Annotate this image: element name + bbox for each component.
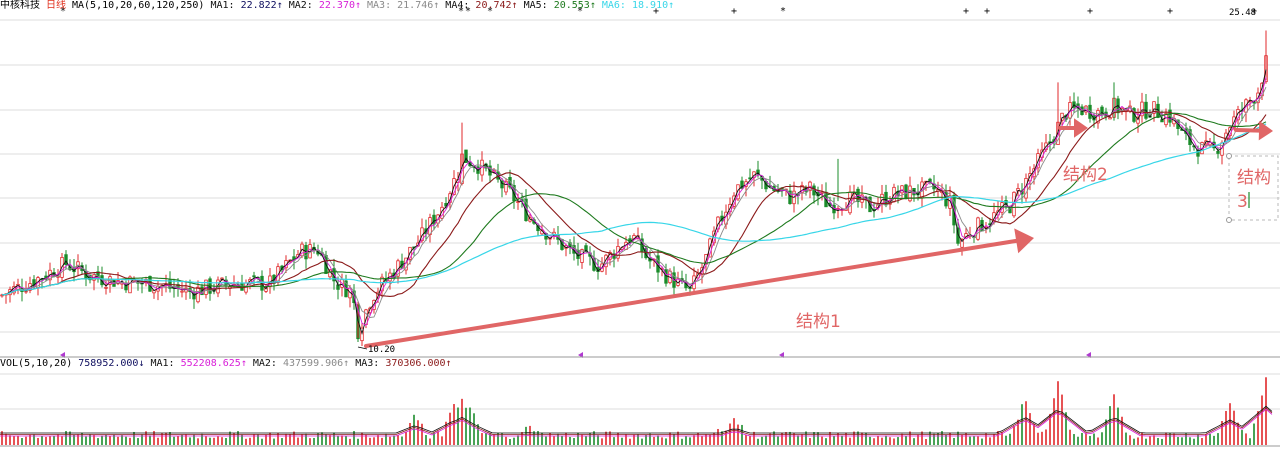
kline-chart[interactable]: * * * * * *+ + + + + + + 10.20 25.48 结构1 结构2 结构 3 (0, 0, 1280, 450)
box-corner-dot (1226, 153, 1232, 159)
candle-body (252, 275, 256, 278)
plus-marker: + (1087, 6, 1093, 17)
vol-ma2-readout: MA2: 437599.906↑ (252, 358, 350, 369)
candle-body (196, 286, 200, 303)
structure3-label-line1: 结构 (1237, 168, 1271, 188)
candle-body (180, 290, 184, 293)
vol-params: VOL(5,10,20) (0, 358, 73, 369)
ma-header: 中核科技 日线 MA(5,10,20,60,120,250) MA1: 22.822↑… (0, 0, 680, 12)
structure1-label: 结构1 (796, 312, 841, 332)
structure1-arrow-head (1014, 228, 1034, 254)
plus-marker: + (963, 6, 969, 17)
vol-readout: 758952.000↓ (78, 358, 145, 369)
stock-name: 中核科技 (0, 0, 40, 11)
candle-body (336, 284, 340, 290)
ma2-readout: MA2: 22.370↑ (288, 0, 362, 11)
ma6-readout: MA6: 18.910↑ (601, 0, 675, 11)
structure1-arrow (364, 238, 1019, 348)
ma4-line (1, 110, 1267, 297)
ma1-readout: MA1: 22.822↑ (210, 0, 283, 11)
period-label[interactable]: 日线 (46, 0, 66, 11)
ma4-readout: MA4: 20.742↑ (445, 0, 518, 11)
structure3-arrow (1234, 128, 1262, 133)
candle-body (1108, 117, 1112, 120)
low-price-label: 10.20 (368, 345, 395, 355)
vol-ma1-readout: MA1: 552208.625↑ (150, 358, 247, 369)
candle-body (104, 286, 108, 289)
volume-ma-line (0, 408, 1273, 437)
volume-ma-lines (0, 405, 1273, 437)
candle-body (432, 214, 436, 225)
plus-marker: + (731, 6, 737, 17)
high-price-label: 25.48 (1229, 8, 1256, 18)
plus-marker: + (984, 6, 990, 17)
ma3-readout: MA3: 21.746↑ (367, 0, 440, 11)
ma5-line (1, 112, 1267, 296)
candlestick-series (0, 30, 1268, 346)
ma-params: MA(5,10,20,60,120,250) (72, 0, 205, 11)
ma5-readout: MA5: 20.553↑ (523, 0, 596, 11)
volume-grid (0, 373, 1280, 410)
structure2-arrow-head (1074, 118, 1088, 138)
plus-marker: + (1167, 6, 1173, 17)
vol-ma3-readout: MA3: 370306.000↑ (355, 358, 452, 369)
candle-body (132, 279, 136, 282)
structure2-label: 结构2 (1063, 165, 1108, 185)
box-corner-dot (1226, 217, 1232, 223)
structure3-label-line2: 3 (1237, 192, 1248, 212)
ma6-line (1, 123, 1267, 296)
candle-body (516, 201, 520, 203)
moving-average-lines (1, 69, 1267, 335)
star-marker: * (780, 6, 786, 17)
candle-body (1216, 150, 1220, 154)
ma1-line (1, 69, 1267, 335)
volume-header: VOL(5,10,20) 758952.000↓ MA1: 552208.625↑ M… (0, 358, 458, 370)
